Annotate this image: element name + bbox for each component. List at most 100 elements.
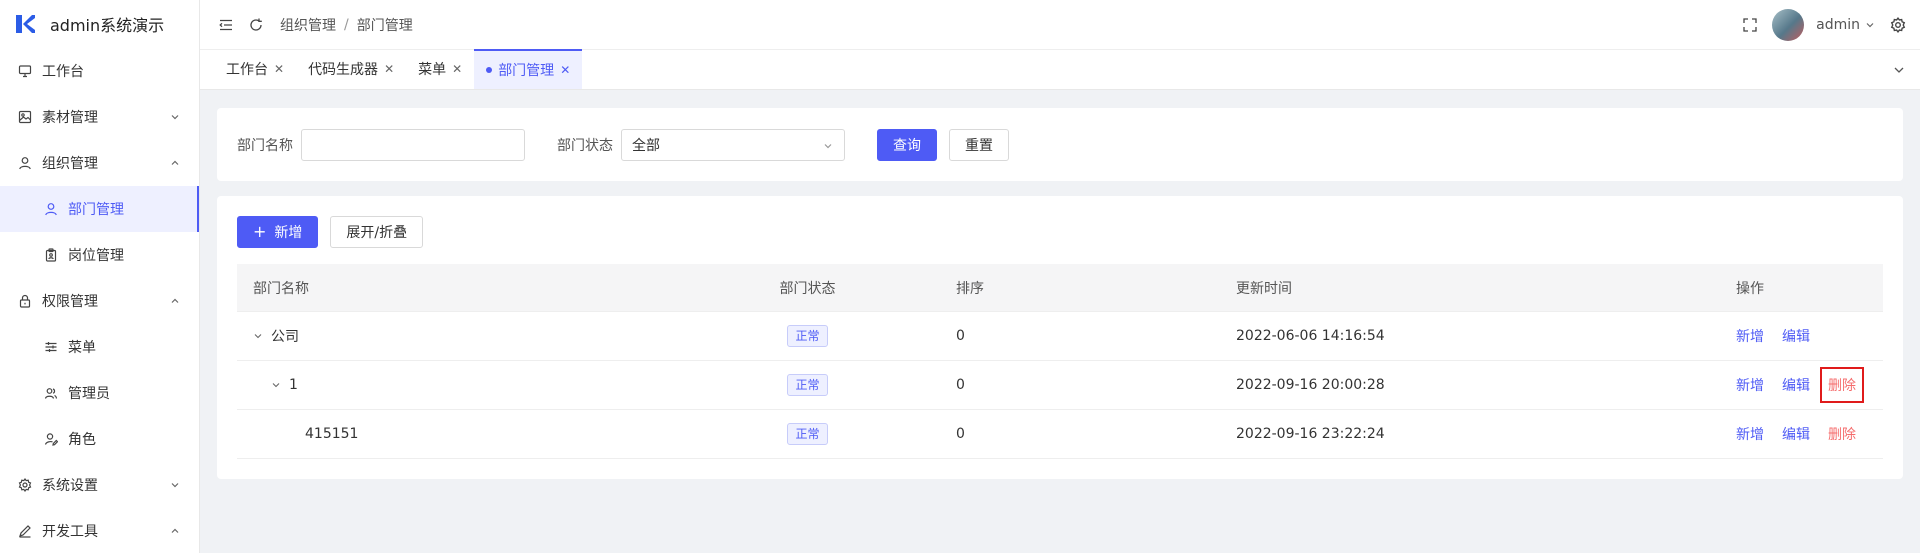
row-delete-link[interactable]: 删除: [1828, 424, 1856, 444]
column-header: 部门名称: [253, 280, 309, 297]
tab-department[interactable]: 部门管理 ✕: [474, 49, 583, 89]
active-dot-icon: [486, 67, 493, 73]
sort-value: 0: [956, 328, 965, 344]
breadcrumb: 组织管理 / 部门管理: [280, 15, 413, 35]
department-status-select[interactable]: 全部: [621, 128, 845, 161]
ops-cell: 新增 编辑 删除: [1736, 424, 1883, 444]
sidebar-item-organization[interactable]: 组织管理: [0, 140, 199, 186]
expand-collapse-button[interactable]: 展开/折叠: [330, 216, 424, 248]
sidebar-item-materials[interactable]: 素材管理: [0, 94, 199, 140]
breadcrumb-item-current: 部门管理: [356, 17, 413, 34]
close-icon[interactable]: ✕: [274, 62, 284, 76]
table-row: 公司 正常 0 2022-06-06 14:16:54 新增 编辑: [237, 312, 1883, 361]
query-button[interactable]: 查询: [877, 128, 937, 161]
tab-label: 菜单: [418, 62, 447, 78]
fullscreen-icon[interactable]: [1742, 17, 1758, 33]
user-icon: [18, 156, 32, 170]
gear-icon: [18, 478, 32, 492]
tab-code-generator[interactable]: 代码生成器 ✕: [296, 49, 406, 89]
department-name: 公司: [271, 329, 299, 345]
query-button-label: 查询: [893, 137, 921, 154]
sidebar-item-position[interactable]: 岗位管理: [0, 232, 199, 278]
close-icon[interactable]: ✕: [452, 62, 462, 76]
menu-fold-icon[interactable]: [218, 17, 234, 33]
updated-time: 2022-09-16 20:00:28: [1236, 377, 1385, 393]
users-icon: [44, 386, 58, 400]
table-row: 415151 正常 0 2022-09-16 23:22:24 新增 编辑 删除: [237, 410, 1883, 459]
sidebar-item-label: 角色: [68, 432, 96, 448]
sidebar-item-label: 素材管理: [42, 110, 98, 126]
tab-menu[interactable]: 菜单 ✕: [406, 49, 474, 89]
row-add-link[interactable]: 新增: [1736, 424, 1764, 444]
chevron-down-icon: [171, 115, 179, 120]
sidebar-item-label: 组织管理: [42, 156, 98, 172]
column-header: 更新时间: [1236, 280, 1292, 297]
sidebar-item-workbench[interactable]: 工作台: [0, 48, 199, 94]
name-cell: 公司: [237, 326, 659, 346]
sidebar-item-admins[interactable]: 管理员: [0, 370, 199, 416]
sidebar-item-permissions[interactable]: 权限管理: [0, 278, 199, 324]
sidebar-item-label: 权限管理: [42, 294, 98, 310]
header: 组织管理 / 部门管理 admin: [200, 0, 1920, 50]
tab-label: 部门管理: [498, 63, 555, 79]
chevron-down-icon[interactable]: [1892, 63, 1906, 77]
column-header: 排序: [956, 280, 984, 297]
chevron-down-icon[interactable]: [271, 380, 281, 390]
expand-collapse-label: 展开/折叠: [346, 225, 408, 241]
pen-icon: [18, 524, 32, 538]
row-edit-link[interactable]: 编辑: [1782, 326, 1810, 346]
sidebar-item-label: 岗位管理: [68, 248, 124, 264]
chevron-down-icon[interactable]: [253, 331, 263, 341]
monitor-icon: [18, 64, 32, 78]
table-toolbar: + 新增 展开/折叠: [237, 216, 424, 248]
row-add-link[interactable]: 新增: [1736, 326, 1764, 346]
status-cell: 正常: [659, 423, 956, 445]
gear-icon[interactable]: [1890, 17, 1906, 33]
status-badge: 正常: [787, 374, 828, 396]
department-name-input[interactable]: [301, 128, 525, 161]
updated-time: 2022-06-06 14:16:54: [1236, 328, 1385, 344]
department-name: 415151: [305, 426, 359, 442]
close-icon[interactable]: ✕: [560, 63, 570, 77]
sidebar-item-system-settings[interactable]: 系统设置: [0, 462, 199, 508]
column-header: 部门状态: [779, 280, 836, 297]
row-edit-link[interactable]: 编辑: [1782, 375, 1810, 395]
image-icon: [18, 110, 32, 124]
department-status-label: 部门状态: [557, 137, 613, 154]
lock-icon: [18, 294, 32, 308]
sidebar-item-dev-tools[interactable]: 开发工具: [0, 508, 199, 553]
user-icon: [44, 202, 58, 216]
ops-cell: 新增 编辑: [1736, 326, 1883, 346]
refresh-icon[interactable]: [248, 17, 264, 33]
tab-label: 代码生成器: [308, 62, 379, 78]
chevron-down-icon[interactable]: [1864, 19, 1876, 31]
department-name: 1: [289, 377, 298, 393]
status-badge: 正常: [787, 325, 828, 347]
breadcrumb-item[interactable]: 组织管理: [280, 15, 336, 35]
sidebar-item-roles[interactable]: 角色: [0, 416, 199, 462]
avatar[interactable]: [1772, 9, 1805, 41]
tab-workbench[interactable]: 工作台 ✕: [214, 49, 296, 89]
sidebar-item-label: 部门管理: [68, 202, 124, 218]
search-panel: 部门名称 部门状态 全部 查询 重置: [217, 108, 1903, 181]
sidebar-item-department[interactable]: 部门管理: [0, 186, 199, 232]
ops-cell: 新增 编辑 删除: [1736, 367, 1883, 403]
app-title: admin系统演示: [50, 16, 165, 35]
clipboard-icon: [44, 248, 58, 262]
close-icon[interactable]: ✕: [384, 62, 394, 76]
row-edit-link[interactable]: 编辑: [1782, 424, 1810, 444]
table-panel: + 新增 展开/折叠 部门名称 部门状态 排序 更新时间 操作 公司 正常 0 …: [217, 196, 1903, 479]
logo: admin系统演示: [0, 0, 199, 48]
department-table: 部门名称 部门状态 排序 更新时间 操作 公司 正常 0 2022-06-06 …: [237, 264, 1883, 459]
breadcrumb-separator: /: [344, 16, 349, 33]
sidebar-item-menu[interactable]: 菜单: [0, 324, 199, 370]
status-cell: 正常: [659, 374, 956, 396]
row-delete-link[interactable]: 删除: [1820, 367, 1864, 403]
reset-button[interactable]: 重置: [949, 128, 1009, 161]
add-button[interactable]: + 新增: [237, 216, 319, 248]
updated-time: 2022-09-16 23:22:24: [1236, 426, 1385, 442]
username[interactable]: admin: [1816, 17, 1860, 33]
row-add-link[interactable]: 新增: [1736, 375, 1764, 395]
chevron-up-icon: [171, 298, 179, 303]
chevron-up-icon: [171, 160, 179, 165]
